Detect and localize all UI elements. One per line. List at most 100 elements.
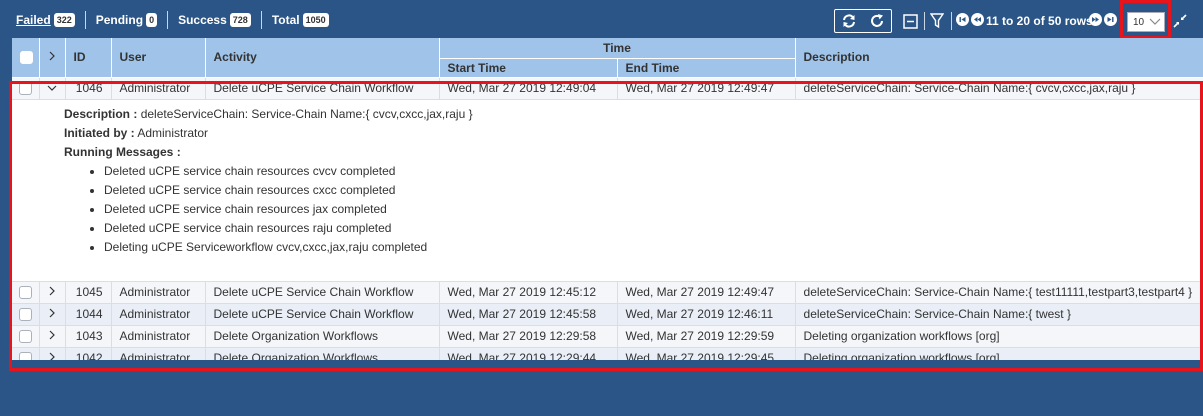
chevron-right-icon (49, 286, 55, 296)
filter-total[interactable]: Total 1050 (272, 13, 329, 27)
table-row[interactable]: 1046 Administrator Delete uCPE Service C… (12, 77, 1203, 100)
select-all-checkbox[interactable] (20, 51, 33, 65)
page-size-value: 10 (1133, 17, 1145, 28)
row-expand-toggle[interactable] (39, 303, 66, 326)
list-item: Deleting uCPE Serviceworkflow cvcv,cxcc,… (104, 238, 1202, 257)
filter-success-count: 728 (229, 13, 251, 27)
row-select-cell (12, 303, 40, 326)
last-page-icon (1107, 17, 1114, 22)
filter-button[interactable] (929, 12, 945, 29)
detail-description-value: deleteServiceChain: Service-Chain Name:{… (140, 106, 473, 121)
page-size-select[interactable]: 10 (1127, 12, 1165, 32)
table-row[interactable]: 1042 Administrator Delete Organization W… (12, 347, 1203, 360)
row-expand-toggle[interactable] (39, 347, 66, 360)
detail-description: Description : deleteServiceChain: Servic… (64, 105, 1202, 124)
cell-start-time: Wed, Mar 27 2019 12:45:12 (439, 281, 618, 304)
last-page-button[interactable] (1104, 13, 1117, 26)
table-row[interactable]: 1045 Administrator Delete uCPE Service C… (12, 281, 1203, 304)
list-item: Deleted uCPE service chain resources cxc… (104, 181, 1202, 200)
collapse-all-button[interactable] (902, 13, 918, 29)
cell-user: Administrator (111, 347, 206, 360)
row-checkbox[interactable] (18, 352, 32, 360)
auto-refresh-button[interactable] (835, 10, 863, 32)
refresh-group (834, 9, 892, 33)
col-header-description[interactable]: Description (795, 38, 1203, 78)
col-header-user[interactable]: User (111, 38, 206, 78)
table-row[interactable]: 1043 Administrator Delete Organization W… (12, 325, 1203, 348)
row-expand-toggle[interactable] (39, 77, 66, 100)
filter-failed[interactable]: Failed 322 (16, 13, 75, 27)
activity-table: ID User Activity Time Description Start … (12, 38, 1203, 360)
toolbar: Failed 322 Pending 0 Success 728 Total 1… (0, 0, 1203, 38)
divider (924, 12, 925, 30)
filter-total-label: Total (271, 13, 300, 27)
cell-description: Deleting organization workflows [org] (795, 347, 1203, 360)
activity-grid: ID User Activity Time Description Start … (12, 38, 1203, 360)
first-page-icon (959, 17, 966, 22)
table-row[interactable]: 1044 Administrator Delete uCPE Service C… (12, 303, 1203, 326)
cell-end-time: Wed, Mar 27 2019 12:29:45 (617, 347, 796, 360)
row-select-cell (12, 347, 40, 360)
minus-square-icon (902, 13, 918, 29)
filter-pending-count: 0 (146, 13, 158, 27)
filter-total-count: 1050 (302, 13, 329, 27)
divider (951, 12, 952, 30)
first-page-button[interactable] (956, 13, 969, 26)
detail-initiated-value: Administrator (137, 125, 209, 140)
detail-initiated: Initiated by : Administrator (64, 124, 1202, 143)
cell-id: 1043 (65, 325, 112, 348)
col-header-activity[interactable]: Activity (205, 38, 440, 78)
status-filters: Failed 322 Pending 0 Success 728 Total 1… (16, 11, 329, 29)
expand-all-header[interactable] (39, 38, 66, 78)
collapse-view-button[interactable] (1172, 13, 1188, 29)
col-header-time: Time (439, 38, 796, 59)
chevron-right-icon (49, 352, 55, 360)
filter-failed-label: Failed (16, 13, 51, 27)
next-page-button[interactable] (1089, 13, 1102, 26)
divider (260, 11, 262, 29)
cell-start-time: Wed, Mar 27 2019 12:45:58 (439, 303, 618, 326)
refresh-button[interactable] (863, 10, 891, 32)
detail-messages-heading: Running Messages : (64, 144, 181, 159)
chevron-down-icon (1149, 18, 1161, 25)
filter-success-label: Success (178, 13, 227, 27)
row-checkbox[interactable] (18, 308, 32, 322)
row-checkbox[interactable] (18, 286, 32, 300)
row-expand-toggle[interactable] (39, 325, 66, 348)
row-select-cell (12, 325, 40, 348)
row-checkbox[interactable] (18, 82, 32, 96)
cell-end-time: Wed, Mar 27 2019 12:46:11 (617, 303, 796, 326)
row-select-cell (12, 281, 40, 304)
cell-user: Administrator (111, 281, 206, 304)
cell-end-time: Wed, Mar 27 2019 12:49:47 (617, 77, 796, 100)
sync-icon (843, 14, 855, 28)
cell-activity: Delete uCPE Service Chain Workflow (205, 281, 440, 304)
row-expand-toggle[interactable] (39, 281, 66, 304)
cell-user: Administrator (111, 325, 206, 348)
detail-description-label: Description : (64, 106, 138, 121)
col-header-end-time[interactable]: End Time (617, 58, 796, 78)
cell-id: 1046 (65, 77, 112, 100)
filter-pending[interactable]: Pending 0 (96, 13, 158, 27)
cell-description: deleteServiceChain: Service-Chain Name:{… (795, 303, 1203, 326)
row-detail-content: Description : deleteServiceChain: Servic… (12, 99, 1203, 282)
refresh-icon (871, 14, 883, 27)
list-item: Deleted uCPE service chain resources raj… (104, 219, 1202, 238)
col-header-start-time[interactable]: Start Time (439, 58, 618, 78)
row-checkbox[interactable] (18, 330, 32, 344)
cell-activity: Delete uCPE Service Chain Workflow (205, 303, 440, 326)
chevron-down-icon (47, 85, 57, 91)
list-item: Deleted uCPE service chain resources jax… (104, 200, 1202, 219)
next-page-icon (1092, 17, 1099, 22)
cell-activity: Delete Organization Workflows (205, 325, 440, 348)
cell-start-time: Wed, Mar 27 2019 12:29:44 (439, 347, 618, 360)
pager-status: 11 to 20 of 50 rows (986, 14, 1093, 28)
filter-failed-count: 322 (53, 13, 75, 27)
cell-activity: Delete uCPE Service Chain Workflow (205, 77, 440, 100)
filter-success[interactable]: Success 728 (178, 13, 251, 27)
cell-id: 1042 (65, 347, 112, 360)
prev-page-button[interactable] (971, 13, 984, 26)
cell-start-time: Wed, Mar 27 2019 12:49:04 (439, 77, 618, 100)
col-header-id[interactable]: ID (65, 38, 112, 78)
chevron-right-icon (49, 51, 55, 61)
